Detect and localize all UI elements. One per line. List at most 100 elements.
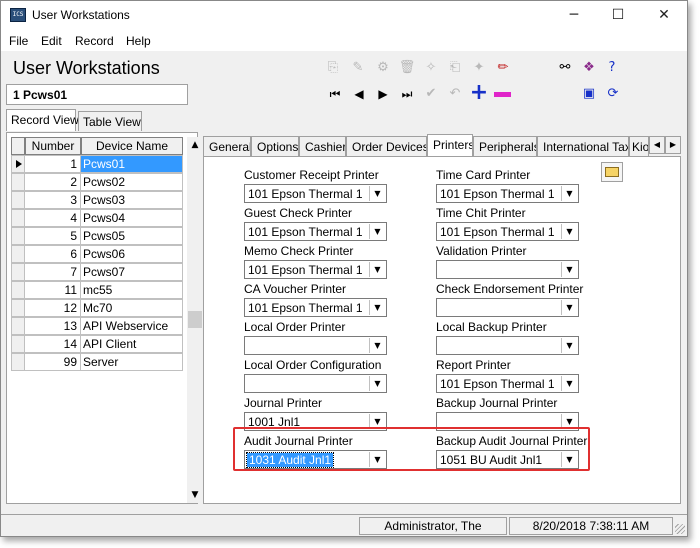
book-icon[interactable]: ❖	[579, 58, 599, 78]
row-number-cell[interactable]: 4	[25, 209, 81, 227]
pencil-icon[interactable]: ✏	[493, 58, 513, 78]
tab-record-view[interactable]: Record View	[6, 109, 79, 131]
customer-receipt-printer-select[interactable]: 101 Epson Thermal 1 ▼	[244, 184, 387, 203]
undo-icon[interactable]: ↶	[445, 84, 465, 104]
chevron-down-icon[interactable]: ▼	[561, 262, 577, 277]
table-row[interactable]: 2 Pcws02	[11, 173, 183, 191]
row-device-name-cell[interactable]: Pcws07	[81, 263, 183, 281]
table-row[interactable]: 12 Mc70	[11, 299, 183, 317]
chevron-down-icon[interactable]: ▼	[561, 300, 577, 315]
row-device-name-cell[interactable]: Mc70	[81, 299, 183, 317]
chevron-down-icon[interactable]: ▼	[369, 376, 385, 391]
chevron-down-icon[interactable]: ▼	[369, 338, 385, 353]
chevron-down-icon[interactable]: ▼	[561, 186, 577, 201]
copy-special-icon[interactable]: ✎	[348, 58, 368, 78]
validation-printer-select[interactable]: ▼	[436, 260, 579, 279]
row-device-name-cell[interactable]: API Webservice	[81, 317, 183, 335]
row-number-cell[interactable]: 14	[25, 335, 81, 353]
tab-kiosk[interactable]: Kio	[629, 136, 649, 156]
row-number-cell[interactable]: 99	[25, 353, 81, 371]
tab-international-tax[interactable]: International Tax	[537, 136, 629, 156]
ca-voucher-printer-select[interactable]: 101 Epson Thermal 1 ▼	[244, 298, 387, 317]
row-indicator[interactable]	[11, 155, 25, 173]
resize-grip-icon[interactable]	[675, 524, 685, 534]
row-number-cell[interactable]: 7	[25, 263, 81, 281]
chevron-down-icon[interactable]: ▼	[561, 376, 577, 391]
maximize-button[interactable]: ☐	[595, 1, 641, 31]
row-indicator[interactable]	[11, 317, 25, 335]
screen-icon[interactable]: ▣	[579, 84, 599, 104]
paste-icon[interactable]: ⎗	[445, 58, 465, 78]
wand-icon[interactable]: ✧	[421, 58, 441, 78]
tab-cashier[interactable]: Cashier	[299, 136, 346, 156]
row-indicator[interactable]	[11, 209, 25, 227]
next-record-icon[interactable]: ▶	[373, 84, 393, 104]
tab-scroll-left-icon[interactable]: ◀	[649, 136, 665, 154]
row-indicator[interactable]	[11, 335, 25, 353]
table-row[interactable]: 7 Pcws07	[11, 263, 183, 281]
row-indicator[interactable]	[11, 191, 25, 209]
tab-general[interactable]: General	[203, 136, 251, 156]
grid-header-device-name[interactable]: Device Name	[81, 137, 183, 155]
chevron-down-icon[interactable]: ▼	[369, 300, 385, 315]
time-card-printer-select[interactable]: 101 Epson Thermal 1 ▼	[436, 184, 579, 203]
save-check-icon[interactable]: ✔	[421, 84, 441, 104]
row-indicator[interactable]	[11, 263, 25, 281]
refresh-icon[interactable]: ⟳	[603, 84, 623, 104]
local-backup-printer-select[interactable]: ▼	[436, 336, 579, 355]
tab-order-devices[interactable]: Order Devices	[346, 136, 427, 156]
memo-check-printer-select[interactable]: 101 Epson Thermal 1 ▼	[244, 260, 387, 279]
open-folder-button[interactable]	[601, 162, 623, 182]
copy-icon[interactable]: ⎘	[323, 58, 343, 78]
scroll-thumb[interactable]	[188, 311, 202, 328]
row-indicator[interactable]	[11, 245, 25, 263]
tab-printers[interactable]: Printers	[427, 134, 473, 156]
row-device-name-cell[interactable]: Pcws04	[81, 209, 183, 227]
chevron-down-icon[interactable]: ▼	[369, 186, 385, 201]
scroll-down-icon[interactable]: ▼	[187, 487, 203, 503]
tab-peripherals[interactable]: Peripherals	[473, 136, 537, 156]
tree-icon[interactable]: ⚙	[373, 58, 393, 78]
chevron-down-icon[interactable]: ▼	[369, 224, 385, 239]
chevron-down-icon[interactable]: ▼	[561, 338, 577, 353]
row-number-cell[interactable]: 13	[25, 317, 81, 335]
minimize-button[interactable]: ─	[551, 1, 597, 31]
row-number-cell[interactable]: 5	[25, 227, 81, 245]
row-number-cell[interactable]: 3	[25, 191, 81, 209]
menu-help[interactable]: Help	[126, 34, 151, 48]
row-number-cell[interactable]: 11	[25, 281, 81, 299]
table-row[interactable]: 4 Pcws04	[11, 209, 183, 227]
row-device-name-cell[interactable]: API Client	[81, 335, 183, 353]
table-row[interactable]: 99 Server	[11, 353, 183, 371]
previous-record-icon[interactable]: ◀	[349, 84, 369, 104]
table-row[interactable]: 3 Pcws03	[11, 191, 183, 209]
tab-scroll-right-icon[interactable]: ▶	[665, 136, 681, 154]
row-device-name-cell[interactable]: Server	[81, 353, 183, 371]
row-device-name-cell[interactable]: Pcws01	[81, 155, 183, 173]
delete-icon[interactable]: 🗑	[397, 58, 417, 78]
tab-options[interactable]: Options	[251, 136, 299, 156]
table-row[interactable]: 13 API Webservice	[11, 317, 183, 335]
menu-record[interactable]: Record	[75, 34, 114, 48]
wand2-icon[interactable]: ✦	[469, 58, 489, 78]
delete-record-icon[interactable]	[494, 92, 511, 97]
table-row[interactable]: 5 Pcws05	[11, 227, 183, 245]
row-device-name-cell[interactable]: Pcws05	[81, 227, 183, 245]
row-number-cell[interactable]: 6	[25, 245, 81, 263]
menu-edit[interactable]: Edit	[41, 34, 62, 48]
row-device-name-cell[interactable]: Pcws02	[81, 173, 183, 191]
table-row[interactable]: 1 Pcws01	[11, 155, 183, 173]
first-record-icon[interactable]: ⏮	[325, 84, 345, 104]
row-number-cell[interactable]: 2	[25, 173, 81, 191]
chevron-down-icon[interactable]: ▼	[369, 262, 385, 277]
check-endorsement-printer-select[interactable]: ▼	[436, 298, 579, 317]
row-device-name-cell[interactable]: Pcws06	[81, 245, 183, 263]
grid-scrollbar[interactable]: ▲ ▼	[187, 137, 203, 503]
binoculars-icon[interactable]: ⚯	[555, 58, 575, 78]
row-number-cell[interactable]: 1	[25, 155, 81, 173]
table-row[interactable]: 14 API Client	[11, 335, 183, 353]
row-indicator[interactable]	[11, 227, 25, 245]
row-indicator[interactable]	[11, 299, 25, 317]
scroll-up-icon[interactable]: ▲	[187, 137, 203, 153]
row-device-name-cell[interactable]: mc55	[81, 281, 183, 299]
